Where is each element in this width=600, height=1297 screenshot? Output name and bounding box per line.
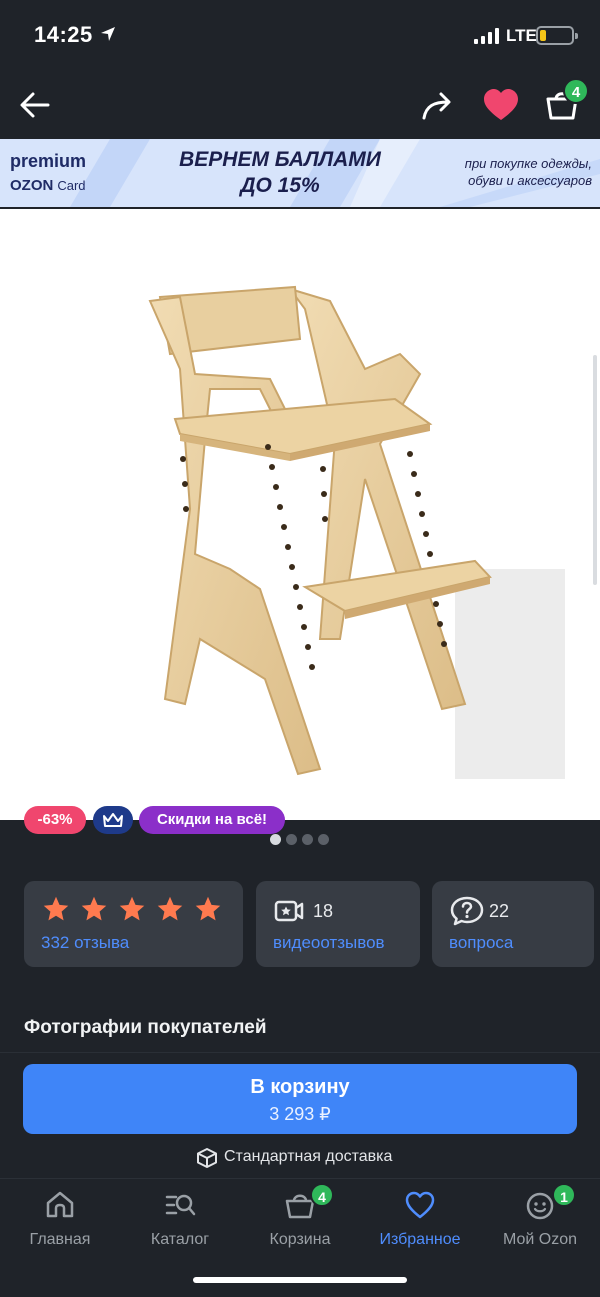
card-suffix: Card xyxy=(57,178,86,193)
back-arrow-icon[interactable] xyxy=(18,88,52,122)
share-icon[interactable] xyxy=(420,88,456,122)
nav-catalog-label: Каталог xyxy=(150,1231,210,1248)
nav-favorites[interactable]: Избранное xyxy=(360,1179,480,1259)
discount-badge: -63% xyxy=(24,806,86,834)
video-reviews-link[interactable]: видеоотзывов xyxy=(273,933,385,953)
video-reviews-card[interactable]: 18 видеоотзывов xyxy=(256,881,420,967)
add-to-cart-label: В корзину xyxy=(250,1076,350,1098)
location-arrow-icon xyxy=(101,27,115,41)
nav-catalog[interactable]: Каталог xyxy=(120,1179,240,1259)
premium-badge xyxy=(93,806,133,834)
banner-sub-line2: обуви и аксессуаров xyxy=(468,173,592,188)
reviews-link[interactable]: 332 отзыва xyxy=(41,933,129,953)
home-indicator[interactable] xyxy=(193,1277,407,1283)
promo-banner[interactable]: premium OZON Card ВЕРНЕМ БАЛЛАМИ ДО 15% п… xyxy=(0,139,600,207)
star-icon xyxy=(195,896,221,921)
star-icon xyxy=(157,896,183,921)
basket-count-badge: 4 xyxy=(310,1183,334,1207)
nav-profile[interactable]: 1 Мой Ozon xyxy=(480,1179,600,1259)
ozon-brand: OZON xyxy=(10,177,54,194)
video-count: 18 xyxy=(313,901,334,921)
gallery-dot[interactable] xyxy=(286,834,297,845)
box-icon xyxy=(197,1148,217,1168)
questions-count: 22 xyxy=(489,901,510,921)
questions-card[interactable]: 22 вопроса xyxy=(432,881,594,967)
profile-notification-badge: 1 xyxy=(552,1183,576,1207)
sale-badge: Скидки на всё! xyxy=(139,806,285,834)
banner-subtext: при покупке одежды, обуви и аксессуаров xyxy=(418,155,592,189)
heart-icon xyxy=(405,1191,435,1219)
signal-icon xyxy=(474,28,499,44)
battery-icon xyxy=(536,26,578,45)
price: 3 293 ₽ xyxy=(269,1104,331,1124)
favorite-heart-icon[interactable] xyxy=(482,88,520,122)
status-time: 14:25 xyxy=(34,22,93,47)
gallery-dot[interactable] xyxy=(318,834,329,845)
nav-profile-label: Мой Ozon xyxy=(502,1231,578,1248)
wooden-chair-illustration xyxy=(148,285,565,779)
top-app-bar: 4 xyxy=(0,72,600,138)
star-icon xyxy=(81,896,107,921)
crown-icon xyxy=(103,813,123,827)
ozon-card-logo: OZON Card xyxy=(10,177,86,194)
cart-count-badge: 4 xyxy=(563,78,589,104)
premium-logo: premium xyxy=(10,151,87,171)
scroll-indicator xyxy=(593,355,597,585)
status-bar: 14:25 LTE xyxy=(0,0,600,72)
banner-headline-line1: ВЕРНЕМ БАЛЛАМИ xyxy=(179,148,381,171)
video-review-icon xyxy=(274,900,304,922)
questions-link[interactable]: вопроса xyxy=(449,933,513,953)
nav-basket[interactable]: 4 Корзина xyxy=(240,1179,360,1259)
home-icon xyxy=(46,1191,74,1218)
star-icon xyxy=(43,896,69,921)
question-bubble-icon xyxy=(450,896,484,926)
banner-sub-line1: при покупке одежды, xyxy=(464,156,592,171)
gallery-dot[interactable] xyxy=(302,834,313,845)
nav-home-label: Главная xyxy=(29,1231,91,1248)
banner-headline: ВЕРНЕМ БАЛЛАМИ ДО 15% xyxy=(160,147,400,199)
network-type: LTE xyxy=(506,26,537,45)
delivery-label: Стандартная доставка xyxy=(224,1148,393,1165)
nav-basket-label: Корзина xyxy=(269,1231,331,1248)
nav-favorites-label: Избранное xyxy=(379,1231,461,1248)
customer-photos-title: Фотографии покупателей xyxy=(24,1017,267,1038)
product-image[interactable] xyxy=(0,209,600,820)
add-to-cart-button[interactable]: В корзину 3 293 ₽ xyxy=(23,1064,577,1134)
star-icon xyxy=(119,896,145,921)
gallery-dot[interactable] xyxy=(270,834,281,845)
nav-home[interactable]: Главная xyxy=(0,1179,120,1259)
banner-headline-line2: ДО 15% xyxy=(240,174,320,197)
catalog-icon xyxy=(165,1194,196,1216)
reviews-card[interactable]: 332 отзыва xyxy=(24,881,243,967)
